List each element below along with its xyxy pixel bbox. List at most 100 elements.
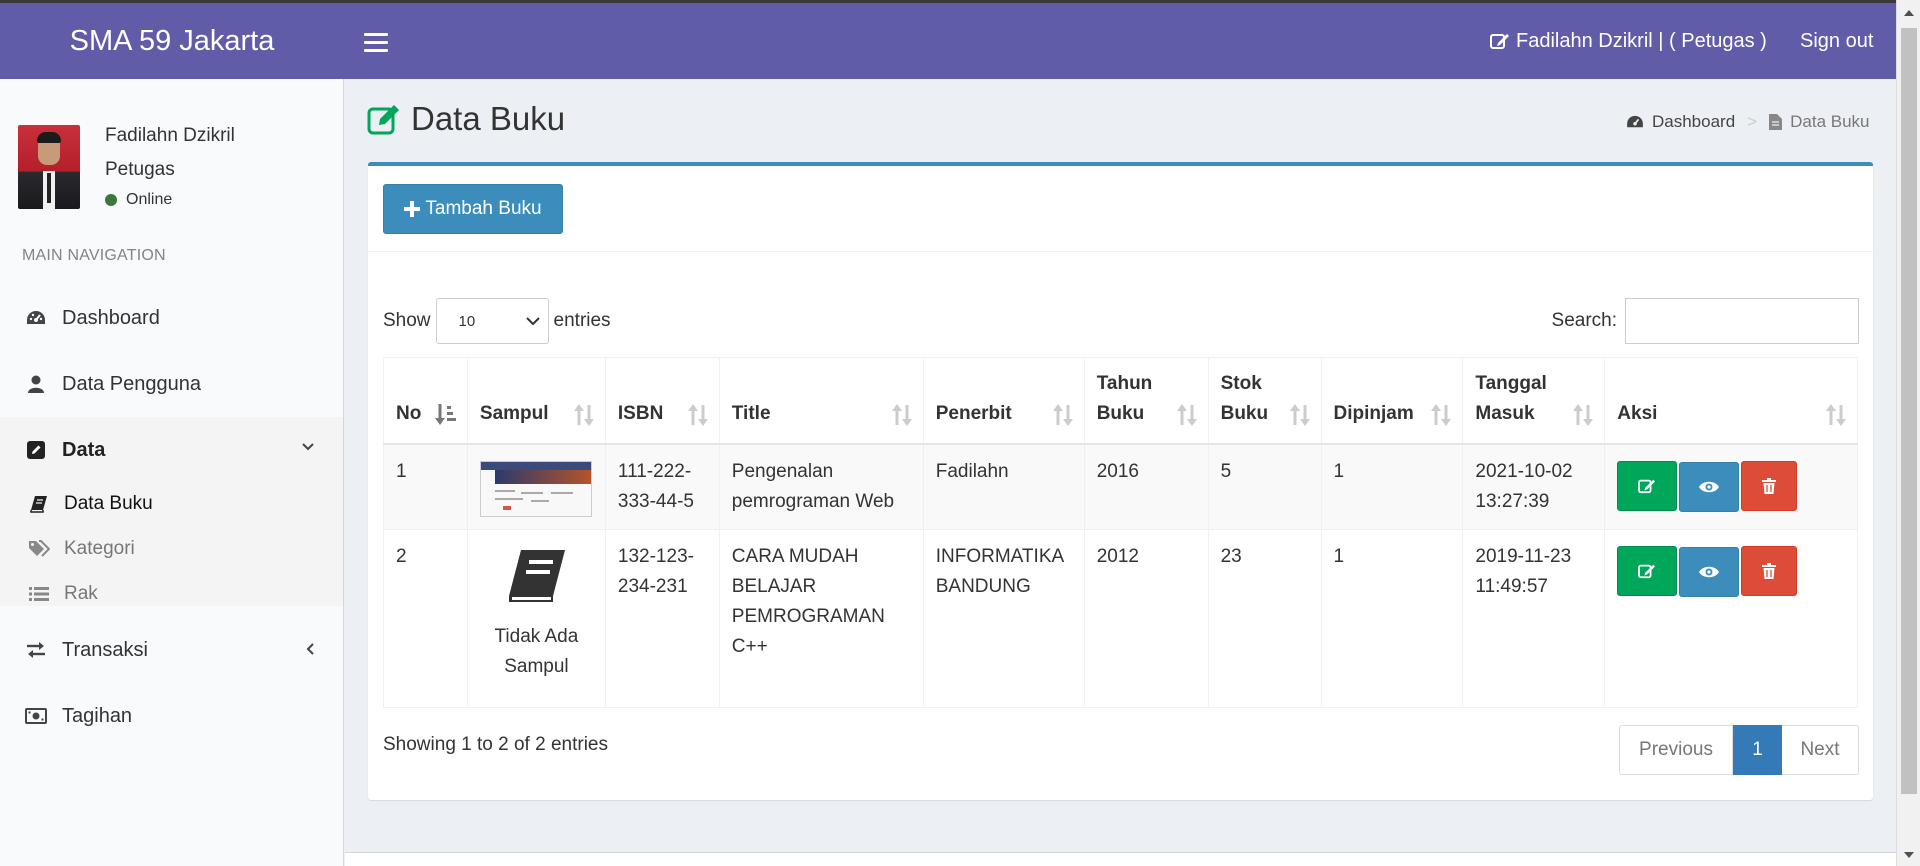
entries-label: entries [553,310,611,331]
book-cover-thumbnail[interactable] [479,460,592,517]
edit-icon [1638,564,1656,579]
box-header: Tambah Buku [368,166,1873,252]
edit-square-icon [25,439,47,461]
sidebar-item-transaksi[interactable]: Transaksi [0,617,343,683]
sidebar-subitem-kategori[interactable]: Kategori [28,529,135,569]
column-header-label: ISBN [617,402,664,424]
sort-asc-icon [434,403,456,425]
cell-time-value: 13:27:39 [1475,490,1550,512]
chevron-down-icon [302,443,314,451]
show-entries: Show 10 entries [383,298,611,344]
cell-no: 1 [383,443,468,530]
column-header-sampul[interactable]: Sampul [466,357,606,445]
page-size-value: 10 [458,312,476,330]
user-icon [25,373,47,395]
cell-date-value: 2021-10-02 [1475,460,1573,482]
edit-button[interactable] [1617,460,1678,511]
user-menu[interactable]: Fadilahn Dzikril | ( Petugas ) [1490,3,1767,79]
cell-actions [1604,443,1858,530]
edit-square-icon [367,105,399,135]
column-header-dipinjam[interactable]: Dipinjam [1320,357,1464,445]
eye-icon [1699,566,1720,578]
page-title: Data Buku [367,100,565,138]
scroll-down-arrow-icon[interactable] [1904,852,1914,858]
column-header-tahun-buku[interactable]: Tahun Buku [1083,357,1209,445]
breadcrumb: Dashboard > Data Buku [1626,112,1870,132]
search-input[interactable] [1625,298,1859,344]
cell-year: 2012 [1083,529,1209,708]
sidebar-item-tagihan[interactable]: Tagihan [0,683,343,749]
column-header-label-line2: Buku [1096,402,1145,424]
trash-icon [1762,477,1777,494]
sidebar-item-label: Data [62,438,106,461]
breadcrumb-home-label: Dashboard [1652,112,1736,131]
previous-page-button[interactable]: Previous [1619,725,1733,775]
online-dot-icon [105,194,117,206]
sidebar-toggle-icon[interactable] [364,29,388,52]
sort-both-icon [1573,403,1594,426]
column-header-label: Sampul [479,402,549,424]
pagination: Previous 1 Next [1619,725,1859,775]
exchange-icon [25,639,47,661]
column-header-label: Title [731,402,771,424]
table-row: 2 Tidak Ada Sampul 132-123-234-231 CARA … [383,529,1858,708]
sort-both-icon [573,403,594,426]
column-header-tanggal-masuk[interactable]: Tanggal Masuk [1462,357,1606,445]
column-header-label-line2: Masuk [1475,402,1535,424]
cell-publisher: Fadilahn [922,443,1085,530]
cell-cover: Tidak Ada Sampul [466,529,606,708]
view-button[interactable] [1679,547,1740,597]
sidebar-subitem-data-buku[interactable]: Data Buku [28,484,153,524]
sidebar-item-label: Data Pengguna [62,372,202,395]
user-name: Fadilahn Dzikril [105,125,235,146]
cell-date: 2021-10-02 13:27:39 [1462,443,1606,530]
edit-button[interactable] [1617,546,1678,596]
page-1-button[interactable]: 1 [1733,725,1782,775]
delete-button[interactable] [1741,460,1798,511]
app-logo-title[interactable]: SMA 59 Jakarta [0,3,344,79]
breadcrumb-dashboard[interactable]: Dashboard [1626,112,1735,132]
search-label: Search: [1551,310,1617,331]
cell-publisher: INFORMATIKA BANDUNG [922,529,1085,708]
view-button[interactable] [1679,461,1740,512]
sidebar-subitem-rak[interactable]: Rak [28,574,98,614]
column-header-label: Tahun [1096,372,1153,394]
dashboard-icon [25,307,47,329]
sidebar-item-dashboard[interactable]: Dashboard [0,285,343,351]
sidebar-item-data-pengguna[interactable]: Data Pengguna [0,351,343,417]
column-header-penerbit[interactable]: Penerbit [922,357,1085,445]
trash-icon [1762,563,1777,579]
scroll-thumb[interactable] [1901,28,1917,794]
page-size-select[interactable]: 10 [435,298,549,344]
user-menu-label: Fadilahn Dzikril | ( Petugas ) [1516,29,1767,52]
column-header-stok-buku[interactable]: Stok Buku [1207,357,1322,445]
book-icon [509,550,566,602]
top-header: SMA 59 Jakarta Fadilahn Dzikril | ( Petu… [0,0,1896,79]
list-icon [28,586,50,602]
column-header-aksi[interactable]: Aksi [1604,357,1858,445]
cell-cover [466,443,606,530]
avatar [18,125,80,209]
column-header-label: Stok [1220,372,1262,394]
column-header-isbn[interactable]: ISBN [604,357,720,445]
add-book-button[interactable]: Tambah Buku [383,184,563,234]
cell-stock: 5 [1207,443,1322,530]
nav-header: MAIN NAVIGATION [22,247,166,264]
column-header-title[interactable]: Title [718,357,924,445]
column-header-no[interactable]: No [383,357,468,445]
next-page-button[interactable]: Next [1782,725,1859,775]
scroll-up-arrow-icon[interactable] [1904,10,1914,16]
page-scrollbar[interactable] [1896,0,1920,866]
sidebar-item-label: Dashboard [62,306,160,329]
sort-both-icon [891,403,912,426]
sidebar-submenu-data: Data Buku Kategori Rak [0,470,343,606]
column-header-label-line2: Buku [1220,402,1269,424]
sort-both-icon [1176,403,1197,426]
table-info: Showing 1 to 2 of 2 entries [383,734,608,755]
sidebar-item-label: Tagihan [62,704,133,727]
chevron-down-icon [525,317,540,326]
sign-out-button[interactable]: Sign out [1800,3,1873,79]
delete-button[interactable] [1741,546,1798,596]
tags-icon [28,540,50,558]
cell-title: CARA MUDAH BELAJAR PEMROGRAMAN C++ [718,529,924,708]
